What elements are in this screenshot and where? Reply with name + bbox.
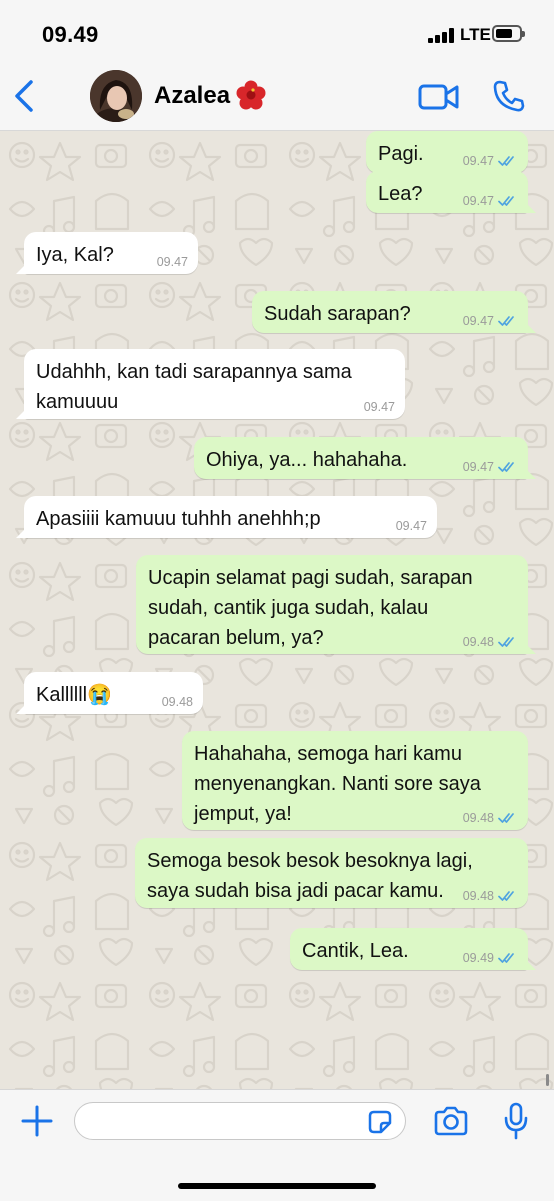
plus-icon[interactable] <box>20 1104 54 1138</box>
message-input[interactable] <box>74 1102 406 1140</box>
chat-header: Azalea <box>0 62 554 131</box>
camera-icon[interactable] <box>433 1106 469 1136</box>
message-time: 09.47 <box>462 460 494 474</box>
microphone-icon[interactable] <box>503 1102 529 1140</box>
sticker-icon[interactable] <box>366 1108 394 1136</box>
message-time: 09.48 <box>161 695 193 709</box>
status-time: 09.49 <box>42 22 99 47</box>
read-receipt-icon <box>498 636 518 648</box>
network-type: LTE <box>460 25 491 44</box>
read-receipt-icon <box>498 952 518 964</box>
read-receipt-icon <box>498 890 518 902</box>
message-text: Ucapin selamat pagi sudah, sarapan sudah… <box>148 567 473 649</box>
read-receipt-icon <box>498 461 518 473</box>
message-meta: 09.47 <box>396 519 427 533</box>
hibiscus-emoji <box>236 80 266 110</box>
message-time: 09.47 <box>462 314 494 328</box>
outgoing-message[interactable]: Hahahaha, semoga hari kamu menyenangkan.… <box>182 731 528 830</box>
outgoing-message[interactable]: Pagi. 09.47 <box>366 131 528 173</box>
message-meta: 09.47 <box>463 314 518 328</box>
battery-icon <box>492 25 525 42</box>
home-indicator <box>178 1183 376 1189</box>
outgoing-message[interactable]: Semoga besok besok besoknya lagi, saya s… <box>135 838 528 908</box>
message-time: 09.48 <box>462 635 494 649</box>
incoming-message[interactable]: Apasiiii kamuuu tuhhh anehhh;p 09.47 <box>16 496 437 538</box>
status-bar: 09.49 LTE <box>0 0 554 62</box>
message-meta: 09.47 <box>463 460 518 474</box>
chat-area[interactable]: Pagi. 09.47 Lea? 09.47 Iya, Kal? 09.47 Sudah s… <box>0 131 554 1089</box>
read-receipt-icon <box>498 315 518 327</box>
incoming-message[interactable]: Udahhh, kan tadi sarapannya sama kamuuuu… <box>16 349 405 419</box>
outgoing-message[interactable]: Sudah sarapan? 09.47 <box>252 291 536 333</box>
incoming-message[interactable]: Iya, Kal? 09.47 <box>16 232 198 274</box>
message-meta: 09.47 <box>157 255 188 269</box>
message-meta: 09.48 <box>162 695 193 709</box>
incoming-message[interactable]: Kallllll😭 09.48 <box>16 672 203 714</box>
message-meta: 09.48 <box>463 811 518 825</box>
message-meta: 09.48 <box>463 635 518 649</box>
message-meta: 09.47 <box>463 154 518 168</box>
video-call-icon[interactable] <box>418 82 460 112</box>
message-time: 09.47 <box>395 519 427 533</box>
scroll-indicator[interactable] <box>546 1074 549 1086</box>
avatar[interactable] <box>90 70 142 122</box>
phone-icon[interactable] <box>492 79 526 113</box>
outgoing-message[interactable]: Lea? 09.47 <box>366 171 536 213</box>
contact-name[interactable]: Azalea <box>154 82 230 110</box>
message-time: 09.48 <box>462 889 494 903</box>
message-text: Semoga besok besok besoknya lagi, saya s… <box>147 850 473 902</box>
message-meta: 09.49 <box>463 951 518 965</box>
back-chevron-icon[interactable] <box>10 78 40 114</box>
outgoing-message[interactable]: Cantik, Lea. 09.49 <box>290 928 536 970</box>
message-text: Udahhh, kan tadi sarapannya sama kamuuuu <box>36 361 352 413</box>
message-meta: 09.47 <box>364 400 395 414</box>
message-time: 09.49 <box>462 951 494 965</box>
message-meta: 09.47 <box>463 194 518 208</box>
message-time: 09.48 <box>462 811 494 825</box>
read-receipt-icon <box>498 195 518 207</box>
message-time: 09.47 <box>462 194 494 208</box>
outgoing-message[interactable]: Ucapin selamat pagi sudah, sarapan sudah… <box>136 555 536 654</box>
message-text: Apasiiii kamuuu tuhhh anehhh;p <box>36 508 321 530</box>
read-receipt-icon <box>498 155 518 167</box>
message-time: 09.47 <box>156 255 188 269</box>
cellular-signal-icon <box>428 27 456 43</box>
message-time: 09.47 <box>462 154 494 168</box>
outgoing-message[interactable]: Ohiya, ya... hahahaha. 09.47 <box>194 437 536 479</box>
input-bar <box>0 1089 554 1201</box>
read-receipt-icon <box>498 812 518 824</box>
message-meta: 09.48 <box>463 889 518 903</box>
message-time: 09.47 <box>363 400 395 414</box>
